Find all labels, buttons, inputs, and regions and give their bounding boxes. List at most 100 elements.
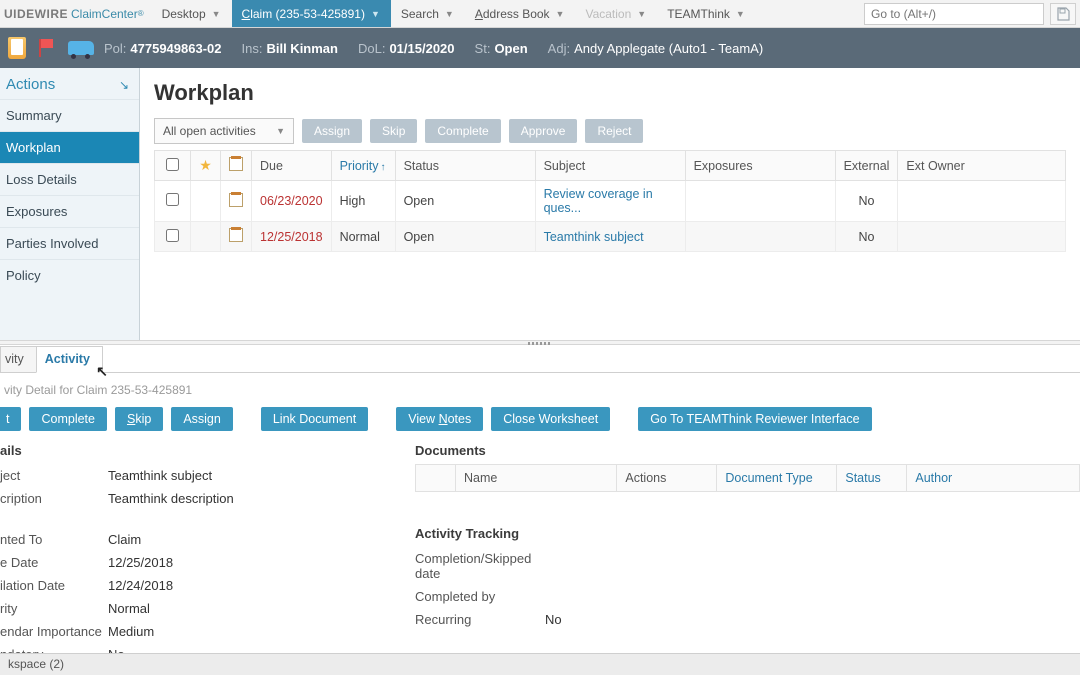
flag-icon[interactable] [38, 39, 54, 57]
calendar-icon[interactable] [229, 228, 243, 242]
view-notes-button[interactable]: View Notes [396, 407, 483, 431]
cell-extowner [898, 181, 1066, 222]
detail-panel: vity Activity ↖ vity Detail for Claim 23… [0, 345, 1080, 666]
cell-subject[interactable]: Teamthink subject [535, 222, 685, 252]
cell-subject[interactable]: Review coverage in ques... [535, 181, 685, 222]
menu-teamthink-label: TEAMThink [667, 7, 730, 21]
label-recurring: Recurring [415, 612, 545, 627]
menu-vacation-label: Vacation [585, 7, 631, 21]
kv-recurring: RecurringNo [415, 608, 1080, 631]
col-status[interactable]: Status [395, 151, 535, 181]
table-row[interactable]: 06/23/2020 High Open Review coverage in … [155, 181, 1066, 222]
complete-button[interactable]: Complete [29, 407, 107, 431]
skip-button[interactable]: Skip [370, 119, 417, 143]
pol-label: Pol: [104, 41, 126, 56]
workspace-bar[interactable]: kspace (2) [0, 653, 1080, 675]
doccol-doctype[interactable]: Document Type [717, 465, 837, 492]
menu-search-label: Search [401, 7, 439, 21]
col-due[interactable]: Due [252, 151, 332, 181]
tab-activity[interactable]: Activity ↖ [36, 346, 103, 373]
menu-vacation[interactable]: Vacation▼ [575, 0, 657, 27]
goto-teamthink-button[interactable]: Go To TEAMThink Reviewer Interface [638, 407, 871, 431]
sidebar-item-parties[interactable]: Parties Involved [0, 227, 139, 259]
clipboard-icon[interactable] [8, 37, 26, 59]
label-compby: Completed by [415, 589, 545, 604]
col-checkbox [155, 151, 191, 181]
menu-search[interactable]: Search▼ [391, 0, 465, 27]
col-priority[interactable]: Priority↑ [331, 151, 395, 181]
claim-info-bar: Pol: 4775949863-02 Ins: Bill Kinman DoL:… [0, 28, 1080, 68]
actions-header[interactable]: Actions ↘ [0, 68, 139, 99]
cell-external: No [835, 222, 898, 252]
assign-button[interactable]: Assign [302, 119, 362, 143]
menu-teamthink[interactable]: TEAMThink▼ [657, 0, 756, 27]
detail-action-row: t Complete Skip Assign Link Document Vie… [0, 403, 1080, 441]
tab-activity-partial[interactable]: vity [0, 346, 37, 372]
doccol-name[interactable]: Name [456, 465, 617, 492]
adj-label: Adj: [548, 41, 570, 56]
ins-label: Ins: [242, 41, 263, 56]
sidebar-item-workplan[interactable]: Workplan [0, 131, 139, 163]
chevron-down-icon: ▼ [212, 9, 221, 19]
brand-logo: UIDEWIRE ClaimCenter ® [0, 0, 152, 27]
edit-button-partial[interactable]: t [0, 407, 21, 431]
col-flag[interactable]: ★ [191, 151, 221, 181]
activities-table: ★ Due Priority↑ Status Subject Exposures… [154, 150, 1066, 252]
menu-desktop-label: Desktop [162, 7, 206, 21]
workspace-label: kspace (2) [8, 657, 64, 671]
select-all-checkbox[interactable] [166, 158, 179, 171]
calendar-icon[interactable] [229, 193, 243, 207]
col-extowner[interactable]: Ext Owner [898, 151, 1066, 181]
row-checkbox[interactable] [166, 193, 179, 206]
goto-input[interactable] [864, 3, 1044, 25]
doccol-status[interactable]: Status [837, 465, 907, 492]
kv-duedate: e Date12/25/2018 [0, 551, 387, 574]
col-exposures[interactable]: Exposures [685, 151, 835, 181]
table-row[interactable]: 12/25/2018 Normal Open Teamthink subject… [155, 222, 1066, 252]
cell-due: 12/25/2018 [252, 222, 332, 252]
filter-dropdown[interactable]: All open activities ▼ [154, 118, 294, 144]
assign-button[interactable]: Assign [171, 407, 233, 431]
approve-button[interactable]: Approve [509, 119, 578, 143]
value-escdate: 12/24/2018 [108, 578, 173, 593]
adj-value: Andy Applegate (Auto1 - TeamA) [574, 41, 763, 56]
dol-value: 01/15/2020 [389, 41, 454, 56]
save-icon[interactable] [1050, 3, 1076, 25]
menu-addressbook[interactable]: Address Book ▼ [465, 0, 576, 27]
label-description: cription [0, 491, 108, 506]
kv-calimp: endar ImportanceMedium [0, 620, 387, 643]
sidebar-item-policy[interactable]: Policy [0, 259, 139, 291]
cell-due: 06/23/2020 [252, 181, 332, 222]
skip-button[interactable]: Skip [115, 407, 163, 431]
kv-relatedto: nted ToClaim [0, 528, 387, 551]
complete-button[interactable]: Complete [425, 119, 500, 143]
table-header-row: ★ Due Priority↑ Status Subject Exposures… [155, 151, 1066, 181]
sidebar-item-exposures[interactable]: Exposures [0, 195, 139, 227]
label-compdate: Completion/Skipped date [415, 551, 545, 581]
sidebar-item-summary[interactable]: Summary [0, 99, 139, 131]
col-subject[interactable]: Subject [535, 151, 685, 181]
col-external[interactable]: External [835, 151, 898, 181]
menu-claim[interactable]: Claim (235-53-425891) ▼ [232, 0, 391, 27]
row-checkbox[interactable] [166, 229, 179, 242]
link-document-button[interactable]: Link Document [261, 407, 368, 431]
content-area: Workplan All open activities ▼ Assign Sk… [140, 68, 1080, 340]
col-calendar[interactable] [221, 151, 252, 181]
actions-arrow-icon: ↘ [119, 78, 129, 92]
cell-exposures [685, 181, 835, 222]
menu-desktop[interactable]: Desktop ▼ [152, 0, 232, 27]
main-row: Actions ↘ Summary Workplan Loss Details … [0, 68, 1080, 340]
brand-part1: UIDEWIRE [4, 7, 68, 21]
close-worksheet-button[interactable]: Close Worksheet [491, 407, 610, 431]
sidebar-item-lossdetails[interactable]: Loss Details [0, 163, 139, 195]
documents-empty-row [416, 492, 1080, 510]
cell-status: Open [395, 181, 535, 222]
doccol-author[interactable]: Author [907, 465, 1080, 492]
label-priority: rity [0, 601, 108, 616]
doccol-actions[interactable]: Actions [617, 465, 717, 492]
splitter-handle[interactable] [0, 340, 1080, 345]
cell-external: No [835, 181, 898, 222]
tab-activity-label: Activity [45, 352, 90, 366]
reject-button[interactable]: Reject [585, 119, 643, 143]
details-right-column: Documents Name Actions Document Type Sta… [395, 441, 1080, 666]
